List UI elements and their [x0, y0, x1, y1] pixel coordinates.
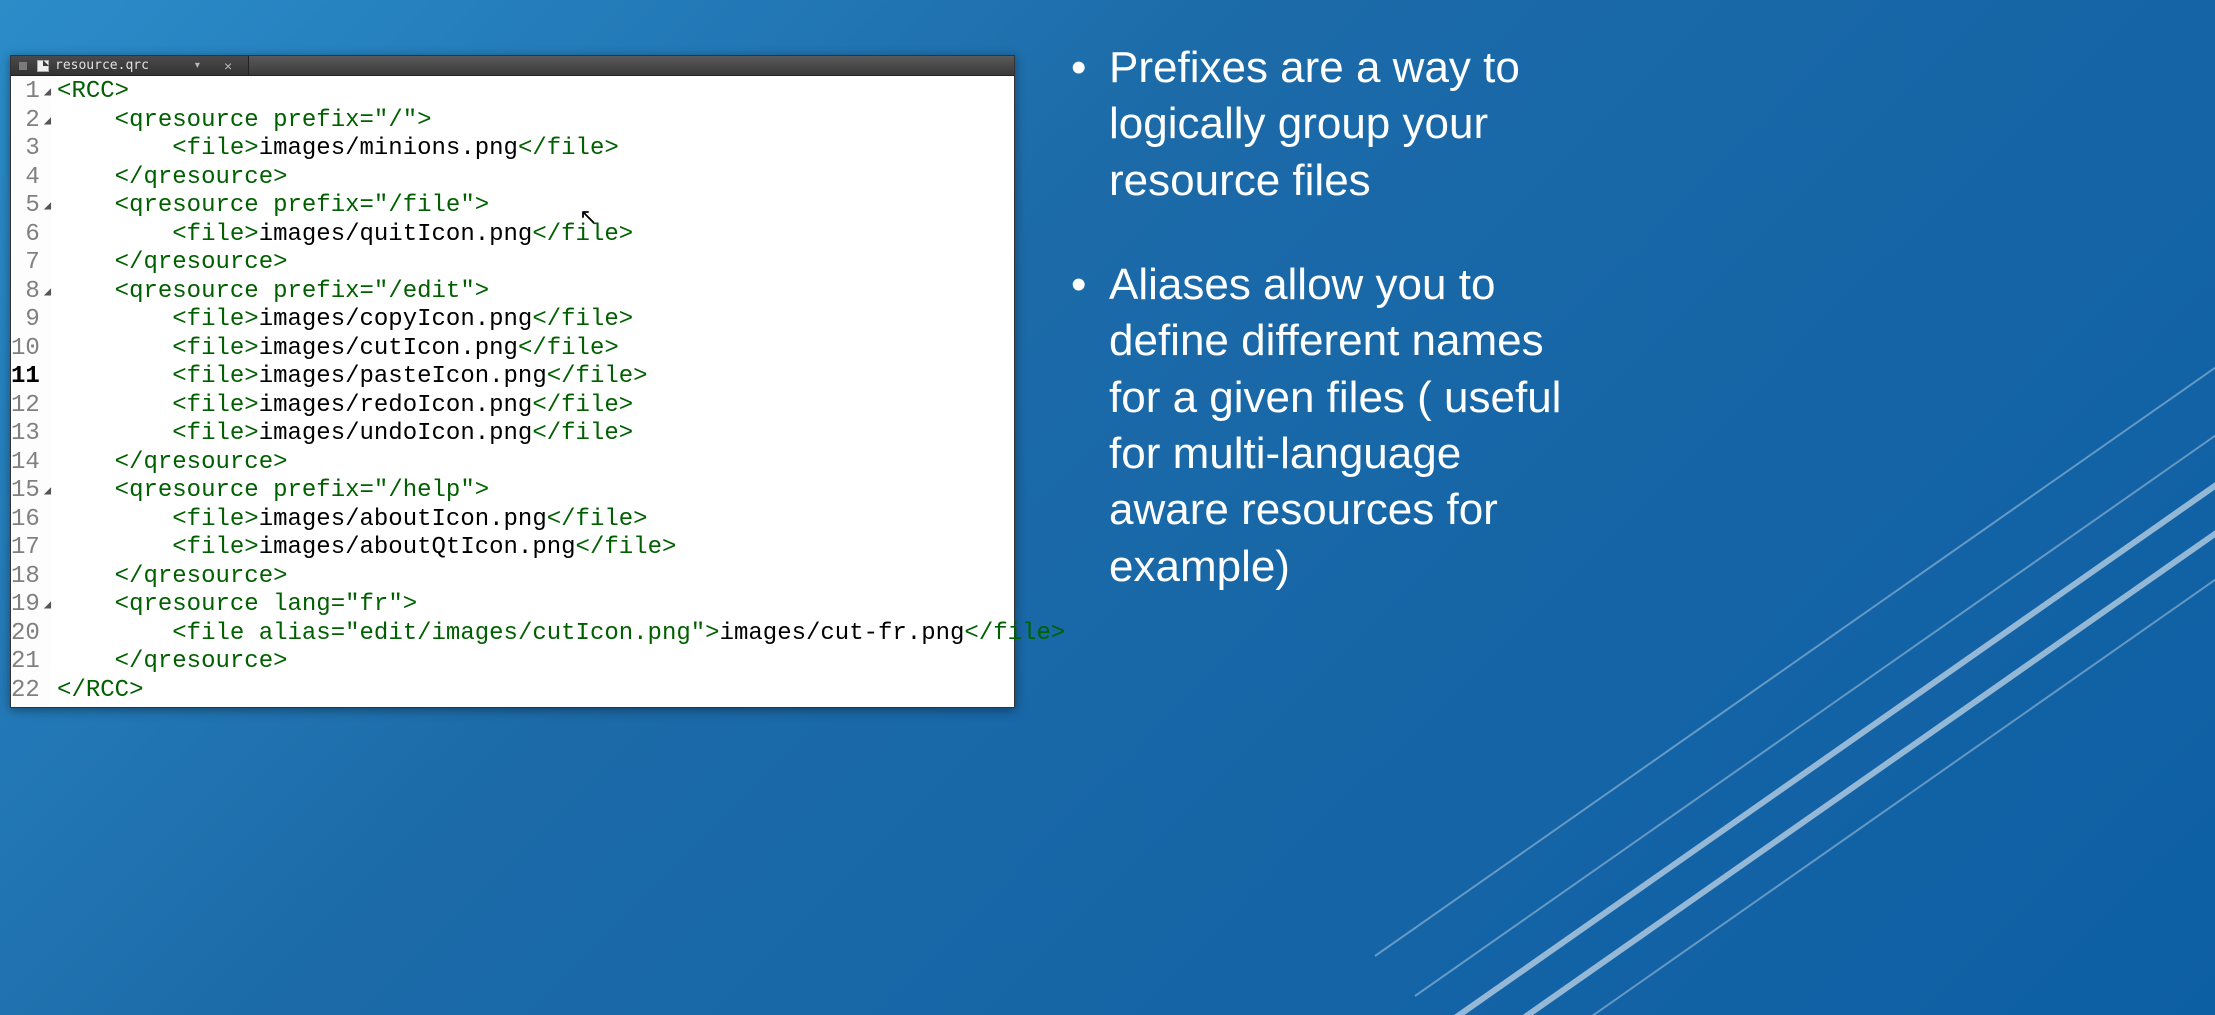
code-line[interactable]: <file>images/aboutIcon.png</file> [57, 506, 1065, 535]
line-number: 16 [11, 506, 42, 535]
code-line[interactable]: <RCC> [57, 78, 1065, 107]
code-line[interactable]: <file>images/minions.png</file> [57, 135, 1065, 164]
fold-spacer [44, 363, 51, 392]
fold-toggle-icon[interactable]: ◢ [44, 477, 51, 506]
code-line[interactable]: <file>images/copyIcon.png</file> [57, 306, 1065, 335]
line-number: 15 [11, 477, 42, 506]
fold-spacer [44, 648, 51, 677]
bullet-item: Prefixes are a way to logically group yo… [1065, 40, 1575, 209]
line-number: 10 [11, 335, 42, 364]
line-number: 2 [11, 107, 42, 136]
code-line[interactable]: </qresource> [57, 449, 1065, 478]
tab-close-icon[interactable]: × [216, 58, 240, 74]
line-number-gutter: 12345678910111213141516171819202122 [11, 76, 44, 707]
line-number: 11 [11, 363, 42, 392]
bullet-item: Aliases allow you to define different na… [1065, 257, 1575, 595]
line-number: 18 [11, 563, 42, 592]
fold-spacer [44, 449, 51, 478]
line-number: 7 [11, 249, 42, 278]
line-number: 6 [11, 221, 42, 250]
code-area[interactable]: 12345678910111213141516171819202122 ◢◢◢◢… [11, 76, 1014, 707]
code-line[interactable]: <file>images/aboutQtIcon.png</file> [57, 534, 1065, 563]
slide-bullets: Prefixes are a way to logically group yo… [1065, 40, 1575, 643]
window-menu-icon [19, 62, 27, 70]
code-line[interactable]: </qresource> [57, 563, 1065, 592]
code-line[interactable]: <file>images/cutIcon.png</file> [57, 335, 1065, 364]
line-number: 5 [11, 192, 42, 221]
line-number: 19 [11, 591, 42, 620]
code-line[interactable]: <qresource prefix="/help"> [57, 477, 1065, 506]
code-line[interactable]: <qresource prefix="/file"> [57, 192, 1065, 221]
code-content[interactable]: <RCC> <qresource prefix="/"> <file>image… [51, 76, 1065, 707]
code-line[interactable]: <file>images/pasteIcon.png</file> [57, 363, 1065, 392]
fold-column[interactable]: ◢◢◢◢◢◢ [44, 76, 51, 707]
line-number: 9 [11, 306, 42, 335]
editor-window: resource.qrc ▾ × 12345678910111213141516… [10, 55, 1015, 708]
line-number: 22 [11, 677, 42, 706]
fold-spacer [44, 249, 51, 278]
line-number: 20 [11, 620, 42, 649]
fold-toggle-icon[interactable]: ◢ [44, 192, 51, 221]
fold-spacer [44, 221, 51, 250]
file-icon [37, 60, 49, 72]
fold-spacer [44, 420, 51, 449]
editor-titlebar: resource.qrc ▾ × [11, 56, 1014, 76]
fold-spacer [44, 677, 51, 706]
code-line[interactable]: </qresource> [57, 164, 1065, 193]
line-number: 1 [11, 78, 42, 107]
fold-toggle-icon[interactable]: ◢ [44, 278, 51, 307]
fold-spacer [44, 335, 51, 364]
fold-toggle-icon[interactable]: ◢ [44, 78, 51, 107]
fold-toggle-icon[interactable]: ◢ [44, 591, 51, 620]
code-line[interactable]: </qresource> [57, 648, 1065, 677]
line-number: 8 [11, 278, 42, 307]
fold-spacer [44, 306, 51, 335]
code-line[interactable]: <file>images/redoIcon.png</file> [57, 392, 1065, 421]
fold-spacer [44, 563, 51, 592]
line-number: 14 [11, 449, 42, 478]
code-line[interactable]: <qresource prefix="/"> [57, 107, 1065, 136]
fold-spacer [44, 135, 51, 164]
fold-spacer [44, 620, 51, 649]
tab-dropdown-icon[interactable]: ▾ [155, 60, 210, 71]
code-line[interactable]: <file>images/quitIcon.png</file> [57, 221, 1065, 250]
line-number: 4 [11, 164, 42, 193]
line-number: 3 [11, 135, 42, 164]
fold-spacer [44, 534, 51, 563]
line-number: 13 [11, 420, 42, 449]
editor-tab-title: resource.qrc [55, 58, 149, 73]
code-line[interactable]: </qresource> [57, 249, 1065, 278]
code-line[interactable]: <qresource prefix="/edit"> [57, 278, 1065, 307]
code-line[interactable]: <file>images/undoIcon.png</file> [57, 420, 1065, 449]
line-number: 12 [11, 392, 42, 421]
line-number: 17 [11, 534, 42, 563]
fold-spacer [44, 164, 51, 193]
line-number: 21 [11, 648, 42, 677]
fold-spacer [44, 506, 51, 535]
code-line[interactable]: <qresource lang="fr"> [57, 591, 1065, 620]
editor-tab[interactable]: resource.qrc ▾ × [11, 56, 249, 75]
code-line[interactable]: <file alias="edit/images/cutIcon.png">im… [57, 620, 1065, 649]
fold-toggle-icon[interactable]: ◢ [44, 107, 51, 136]
fold-spacer [44, 392, 51, 421]
code-line[interactable]: </RCC> [57, 677, 1065, 706]
